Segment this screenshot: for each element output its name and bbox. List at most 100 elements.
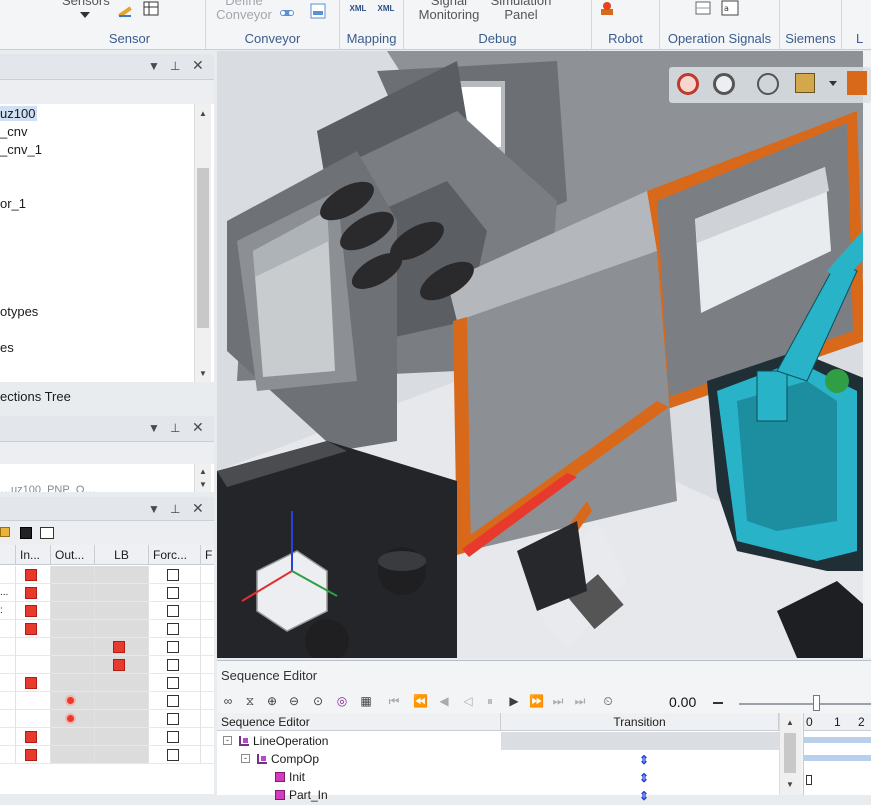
grid-cell[interactable] xyxy=(149,728,201,746)
tree-item[interactable]: es xyxy=(0,340,14,355)
seq-scrollbar[interactable]: ▲ ▼ xyxy=(779,713,801,795)
grid-cell[interactable] xyxy=(201,674,214,692)
grid-cell[interactable] xyxy=(95,584,149,602)
grid-cell[interactable] xyxy=(149,620,201,638)
grid-header-force[interactable]: Forc... xyxy=(149,545,201,565)
center-view-icon[interactable] xyxy=(757,73,779,95)
gantt-bar[interactable] xyxy=(804,737,871,743)
fast-forward-icon[interactable]: ⏭ xyxy=(551,694,565,708)
grid-cell[interactable] xyxy=(95,656,149,674)
table-row[interactable] xyxy=(0,746,214,764)
3d-viewport[interactable] xyxy=(217,51,871,658)
grid-cell[interactable] xyxy=(51,638,95,656)
table-row[interactable] xyxy=(0,674,214,692)
force-checkbox[interactable] xyxy=(167,641,179,653)
lb-indicator[interactable] xyxy=(113,641,125,653)
unlink-icon[interactable]: ⧖ xyxy=(243,694,257,708)
tree-item[interactable]: _cnv xyxy=(0,124,27,139)
grid-cell[interactable] xyxy=(16,638,51,656)
signals-grid[interactable]: In... Out... LB Forc... F ...: xyxy=(0,545,214,794)
table-row[interactable] xyxy=(0,728,214,746)
pause-icon[interactable]: ⏸ xyxy=(483,694,497,708)
pin-icon[interactable]: ⊥ xyxy=(170,59,180,73)
save-icon[interactable] xyxy=(20,527,32,539)
scroll-down-icon[interactable]: ▼ xyxy=(195,478,211,492)
transition-icon[interactable]: ⇕ xyxy=(639,787,649,805)
pin-icon[interactable]: ⊥ xyxy=(170,421,180,435)
tree-view[interactable]: uz100 _cnv _cnv_1 or_1 otypes es ▲ ▼ xyxy=(0,104,214,382)
grid-cell[interactable] xyxy=(16,710,51,728)
grid-cell[interactable] xyxy=(16,746,51,764)
grid-cell[interactable] xyxy=(149,638,201,656)
table-row[interactable] xyxy=(0,656,214,674)
signal-on-indicator[interactable] xyxy=(25,623,37,635)
gantt-bar[interactable] xyxy=(804,755,871,761)
partial-tree-item[interactable]: …uz100_PNP_O… xyxy=(0,484,95,492)
collapse-toggle-icon[interactable]: - xyxy=(241,754,250,763)
grid-cell[interactable] xyxy=(51,566,95,584)
scroll-up-icon[interactable]: ▲ xyxy=(782,715,798,731)
panel-dropdown-icon[interactable]: ▼ xyxy=(148,502,160,516)
view-cube-icon[interactable] xyxy=(795,73,815,93)
step-back-icon[interactable]: ⏪ xyxy=(413,694,428,708)
grid-cell[interactable] xyxy=(51,746,95,764)
grid-cell[interactable] xyxy=(201,710,214,728)
grid-cell[interactable] xyxy=(95,746,149,764)
grid-cell[interactable] xyxy=(16,674,51,692)
grid-cell[interactable] xyxy=(95,710,149,728)
sequence-row[interactable]: - CompOp ⇕ xyxy=(217,750,801,768)
signal-circle-indicator[interactable] xyxy=(65,695,76,706)
jump-start-icon[interactable]: ⏮ xyxy=(387,694,401,708)
close-icon[interactable]: ✕ xyxy=(192,57,204,74)
force-checkbox[interactable] xyxy=(167,569,179,581)
sensor-table-icon[interactable] xyxy=(142,0,162,18)
grid-cell[interactable] xyxy=(95,674,149,692)
play-back-icon[interactable]: ◀ xyxy=(437,694,451,708)
grid-cell[interactable] xyxy=(201,584,214,602)
grid-cell[interactable] xyxy=(95,728,149,746)
signal-on-indicator[interactable] xyxy=(25,731,37,743)
grid-cell[interactable] xyxy=(16,620,51,638)
step-back-small-icon[interactable]: ◁ xyxy=(461,694,475,708)
grid-cell[interactable] xyxy=(201,638,214,656)
lb-indicator[interactable] xyxy=(113,659,125,671)
grid-cell[interactable] xyxy=(149,566,201,584)
grid-cell[interactable] xyxy=(149,602,201,620)
grid-cell[interactable] xyxy=(149,674,201,692)
xml-export-icon[interactable]: XML xyxy=(376,2,396,16)
grid-cell[interactable] xyxy=(51,674,95,692)
table-row[interactable] xyxy=(0,638,214,656)
panel-dropdown-icon[interactable]: ▼ xyxy=(148,421,160,435)
scroll-down-icon[interactable]: ▼ xyxy=(195,366,211,382)
simulation-panel-label-2[interactable]: Panel xyxy=(488,8,554,22)
gantt-chart[interactable]: 0 1 2 xyxy=(803,713,871,795)
sequence-row[interactable]: - LineOperation xyxy=(217,732,801,750)
zoom-in-icon[interactable]: ⊕ xyxy=(265,694,279,708)
play-timer-icon[interactable]: ⏲ xyxy=(601,694,615,708)
grid-cell[interactable] xyxy=(201,728,214,746)
tree-item[interactable]: otypes xyxy=(0,304,38,319)
signal-circle-indicator[interactable] xyxy=(65,713,76,724)
grid-cell[interactable] xyxy=(51,620,95,638)
sequence-tree-table[interactable]: Sequence Editor Transition - LineOperatio… xyxy=(217,713,801,803)
pencil-icon[interactable] xyxy=(116,0,136,18)
signal-monitoring-label-2[interactable]: Monitoring xyxy=(408,8,490,22)
grid-cell[interactable] xyxy=(95,638,149,656)
grid-cell[interactable] xyxy=(149,710,201,728)
conveyor-pencil-icon[interactable] xyxy=(278,2,298,20)
transition-icon[interactable]: ⇕ xyxy=(639,769,649,787)
force-checkbox[interactable] xyxy=(167,695,179,707)
second-panel-scrollbar[interactable]: ▲ ▼ xyxy=(194,464,211,492)
grid-cell[interactable] xyxy=(16,692,51,710)
grid-cell[interactable] xyxy=(201,656,214,674)
zoom-selection-icon[interactable]: ◎ xyxy=(335,694,349,708)
grid-header-in[interactable]: In... xyxy=(16,545,51,565)
grid-cell[interactable] xyxy=(149,656,201,674)
grid-cell[interactable] xyxy=(95,692,149,710)
robot-icon[interactable] xyxy=(598,0,618,18)
force-checkbox[interactable] xyxy=(167,731,179,743)
scroll-down-icon[interactable]: ▼ xyxy=(782,777,798,793)
close-icon[interactable]: ✕ xyxy=(192,419,204,436)
grid-cell[interactable] xyxy=(149,746,201,764)
transition-cell[interactable] xyxy=(501,732,779,750)
